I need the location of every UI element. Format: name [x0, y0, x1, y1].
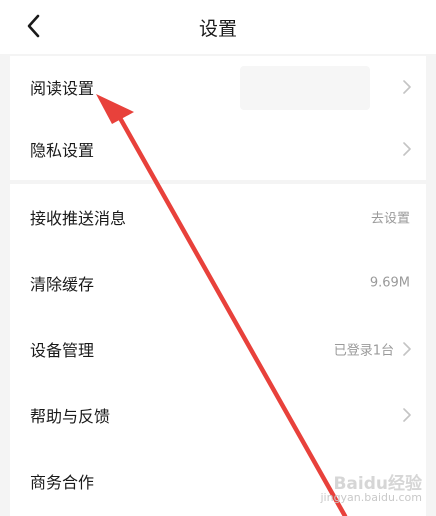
settings-item-business[interactable]: 商务合作: [10, 448, 426, 514]
settings-item-help-feedback[interactable]: 帮助与反馈: [10, 382, 426, 448]
settings-group-primary: 阅读设置 隐私设置: [10, 56, 426, 180]
settings-item-value: 去设置: [370, 211, 410, 227]
settings-item-label: 隐私设置: [30, 141, 95, 160]
page-title: 设置: [198, 18, 237, 40]
cache-size-value: 9.69M: [369, 275, 410, 291]
settings-item-label: 帮助与反馈: [30, 407, 111, 426]
settings-item-label: 阅读设置: [30, 79, 95, 98]
settings-item-privacy[interactable]: 隐私设置: [10, 118, 426, 180]
settings-item-label: 商务合作: [30, 473, 95, 492]
settings-item-label: 接收推送消息: [30, 209, 127, 228]
settings-item-push-notifications[interactable]: 接收推送消息 去设置: [10, 184, 426, 250]
chevron-right-icon: [402, 342, 412, 356]
settings-item-label: 设备管理: [30, 341, 95, 360]
settings-group-secondary: 接收推送消息 去设置 清除缓存 9.69M 设备管理 已登录1台 帮助与反馈 商…: [10, 184, 426, 516]
blurred-region: [240, 66, 370, 110]
settings-item-label: 清除缓存: [30, 275, 95, 294]
top-bar: 设置: [0, 0, 436, 54]
chevron-right-icon: [402, 80, 412, 94]
chevron-right-icon: [402, 408, 412, 422]
settings-item-reading[interactable]: 阅读设置: [10, 56, 426, 118]
settings-item-clear-cache[interactable]: 清除缓存 9.69M: [10, 250, 426, 316]
settings-item-device-management[interactable]: 设备管理 已登录1台: [10, 316, 426, 382]
settings-item-value: 已登录1台: [333, 343, 394, 359]
chevron-right-icon: [402, 142, 412, 156]
